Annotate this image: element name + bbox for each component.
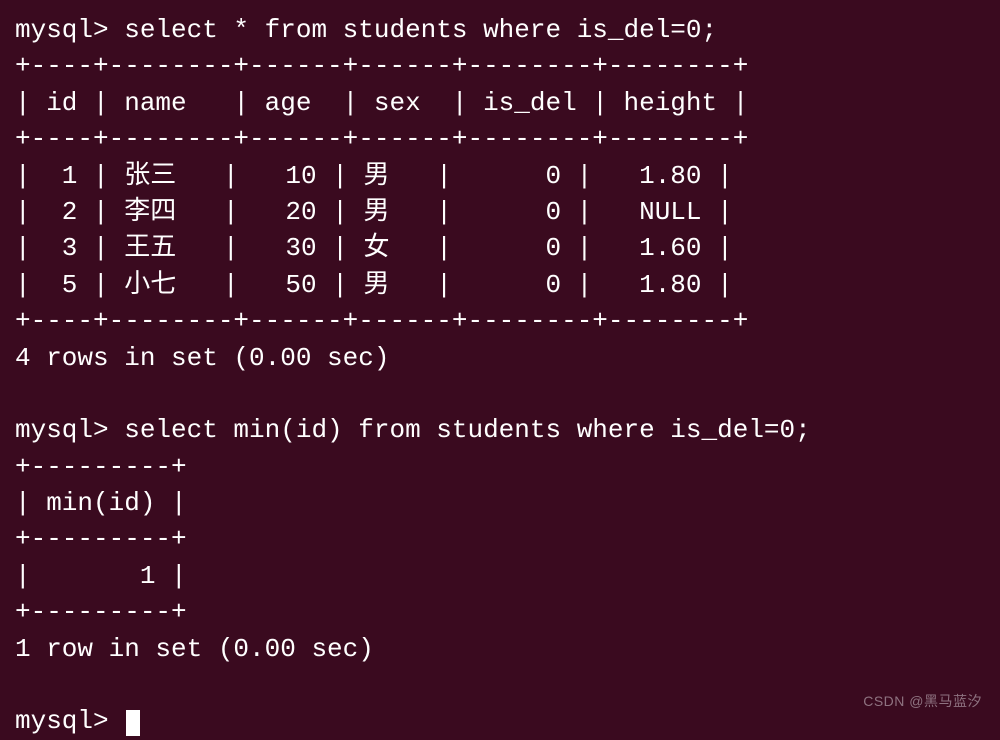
mysql-prompt: mysql>	[15, 415, 124, 445]
table-row: | 5 | 小七 | 50 | 男 | 0 | 1.80 |	[15, 267, 985, 303]
table-header: | min(id) |	[15, 485, 985, 521]
table-row: | 1 |	[15, 558, 985, 594]
watermark-text: CSDN @黑马蓝汐	[863, 692, 982, 712]
terminal-output[interactable]: mysql> select * from students where is_d…	[15, 12, 985, 740]
table-border: +----+--------+------+------+--------+--…	[15, 121, 985, 157]
table-row: | 3 | 王五 | 30 | 女 | 0 | 1.60 |	[15, 230, 985, 266]
table-border: +----+--------+------+------+--------+--…	[15, 48, 985, 84]
table-header: | id | name | age | sex | is_del | heigh…	[15, 85, 985, 121]
table-border: +---------+	[15, 449, 985, 485]
query-line-2: mysql> select min(id) from students wher…	[15, 412, 985, 448]
table-row: | 1 | 张三 | 10 | 男 | 0 | 1.80 |	[15, 158, 985, 194]
table-border: +---------+	[15, 594, 985, 630]
mysql-prompt: mysql>	[15, 706, 124, 736]
table-row: | 2 | 李四 | 20 | 男 | 0 | NULL |	[15, 194, 985, 230]
table-border: +---------+	[15, 521, 985, 557]
sql-query: select min(id) from students where is_de…	[124, 415, 811, 445]
result-summary: 4 rows in set (0.00 sec)	[15, 340, 985, 376]
result-summary: 1 row in set (0.00 sec)	[15, 631, 985, 667]
mysql-prompt: mysql>	[15, 15, 124, 45]
blank-line	[15, 376, 985, 412]
current-prompt-line[interactable]: mysql>	[15, 703, 985, 739]
cursor-icon	[126, 710, 140, 736]
query-line-1: mysql> select * from students where is_d…	[15, 12, 985, 48]
sql-query: select * from students where is_del=0;	[124, 15, 717, 45]
table-border: +----+--------+------+------+--------+--…	[15, 303, 985, 339]
blank-line	[15, 667, 985, 703]
